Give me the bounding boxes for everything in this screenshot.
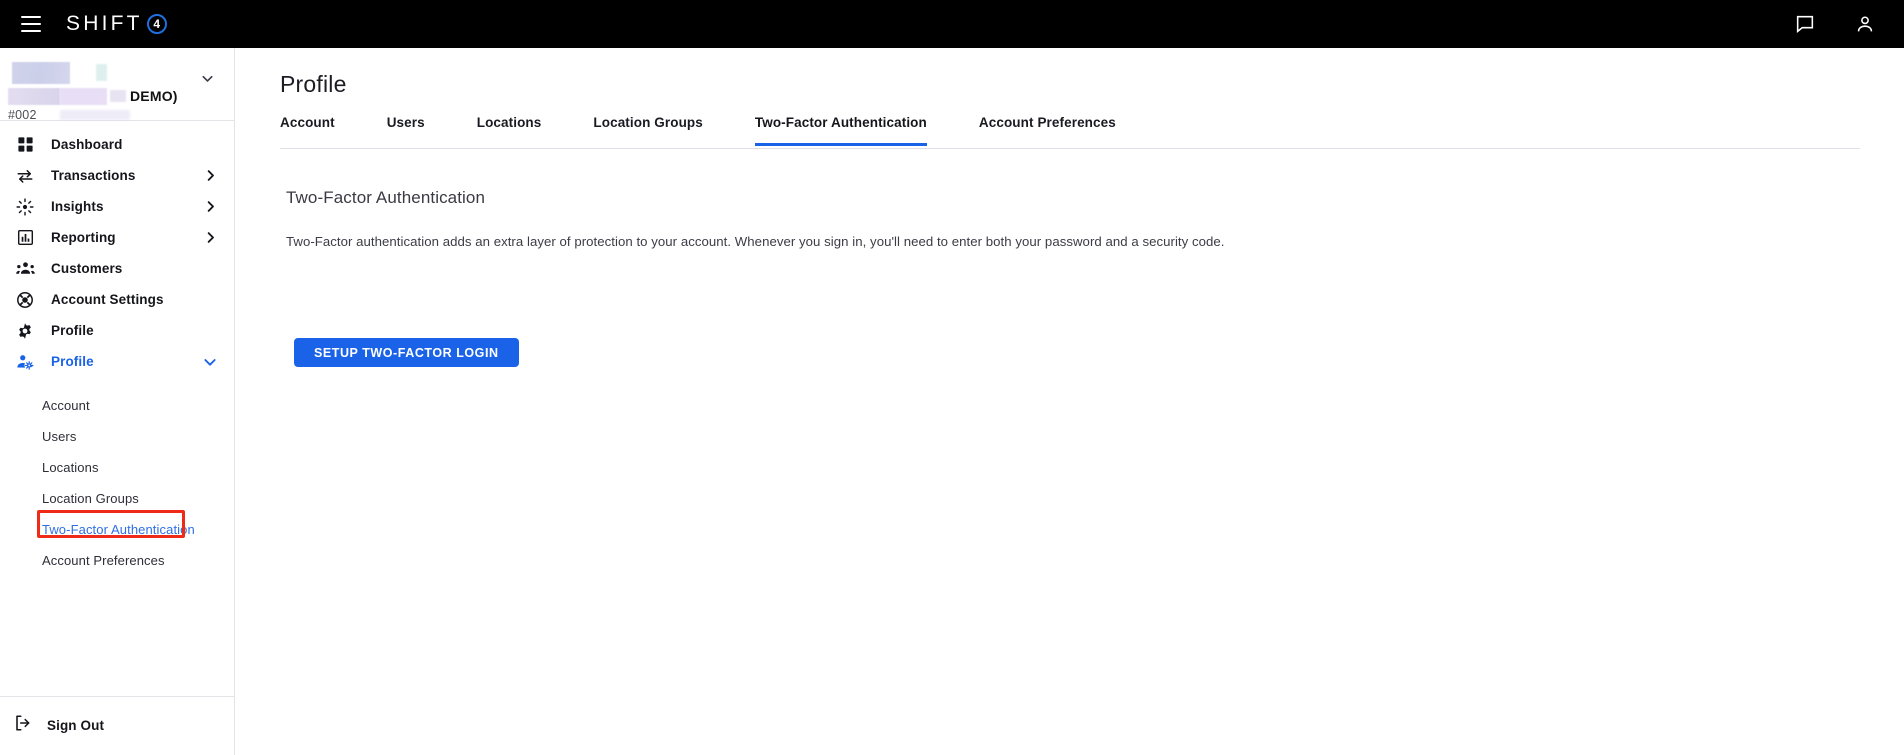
sidebar-subitem-two-factor-authentication[interactable]: Two-Factor Authentication [0, 510, 234, 545]
tab-account-preferences[interactable]: Account Preferences [979, 111, 1116, 146]
top-bar-actions [1794, 13, 1876, 35]
sidebar-subitem-locations[interactable]: Locations [0, 452, 234, 483]
top-bar: SHIFT 4 [0, 0, 1904, 48]
brand-name: SHIFT [66, 12, 143, 35]
sidebar-item-dashboard[interactable]: Dashboard [0, 129, 234, 160]
sidebar-item-label: Profile [51, 354, 94, 369]
tab-location-groups[interactable]: Location Groups [593, 111, 703, 146]
subitem-label: Account [42, 398, 90, 413]
tab-users[interactable]: Users [387, 111, 425, 146]
transfer-arrows-icon [14, 167, 36, 185]
main-navigation: Dashboard Transactions Insights Reportin… [0, 121, 234, 576]
section-description: Two-Factor authentication adds an extra … [286, 234, 1225, 249]
subitem-label: Locations [42, 460, 99, 475]
brand-logo[interactable]: SHIFT 4 [66, 12, 167, 36]
subitem-label: Two-Factor Authentication [42, 522, 195, 537]
subitem-label: Users [42, 429, 77, 444]
chevron-down-icon[interactable] [202, 354, 218, 370]
sidebar-item-label: Dashboard [51, 137, 123, 152]
tab-account[interactable]: Account [280, 111, 335, 146]
redacted-account-name [12, 62, 70, 84]
sidebar-item-support[interactable]: Account Settings [0, 284, 234, 315]
sign-out-label: Sign Out [47, 718, 105, 733]
sidebar-item-label: Account Settings [51, 292, 164, 307]
sidebar-item-label: Profile [51, 323, 94, 338]
logout-icon [14, 714, 32, 737]
grid-icon [14, 136, 36, 153]
tab-locations[interactable]: Locations [477, 111, 542, 146]
redacted-account-line-a [8, 88, 60, 105]
sign-out-button[interactable]: Sign Out [0, 710, 120, 741]
sidebar: DEMO) #002 Dashboard Transactions Insigh… [0, 48, 235, 755]
user-gear-icon [14, 353, 36, 371]
account-id: #002 [8, 108, 37, 122]
sidebar-item-profile[interactable]: Profile [0, 346, 234, 377]
chevron-down-icon[interactable] [199, 70, 216, 92]
sidebar-item-reporting[interactable]: Reporting [0, 222, 234, 253]
account-demo-label: DEMO) [130, 88, 178, 104]
section-title: Two-Factor Authentication [286, 188, 486, 207]
sidebar-item-insights[interactable]: Insights [0, 191, 234, 222]
person-icon[interactable] [1854, 13, 1876, 35]
sparkle-icon [14, 197, 36, 216]
redacted-account-badge [96, 64, 107, 81]
sidebar-item-customers[interactable]: Customers [0, 253, 234, 284]
sidebar-item-label: Insights [51, 199, 104, 214]
chevron-right-icon[interactable] [203, 168, 218, 183]
tab-two-factor-authentication[interactable]: Two-Factor Authentication [754, 111, 927, 146]
people-icon [14, 259, 36, 278]
lifebuoy-icon [14, 291, 36, 309]
account-switcher[interactable]: DEMO) #002 [0, 48, 234, 122]
bar-chart-icon [14, 229, 36, 246]
redacted-account-line-b [60, 88, 107, 105]
redacted-account-line-c [110, 90, 126, 102]
page-title: Profile [280, 71, 347, 97]
sidebar-item-account-settings[interactable]: Profile [0, 315, 234, 346]
chevron-right-icon[interactable] [203, 199, 218, 214]
profile-tabs: Account Users Locations Location Groups … [280, 111, 1860, 149]
sidebar-item-label: Reporting [51, 230, 116, 245]
chevron-right-icon[interactable] [203, 230, 218, 245]
hamburger-menu-icon[interactable] [18, 11, 44, 37]
redacted-account-line-d [60, 110, 130, 120]
setup-two-factor-login-button[interactable]: SETUP TWO-FACTOR LOGIN [294, 338, 519, 367]
main-content: Profile Account Users Locations Location… [236, 48, 1904, 755]
sidebar-divider [0, 696, 234, 697]
sidebar-item-transactions[interactable]: Transactions [0, 160, 234, 191]
subitem-label: Location Groups [42, 491, 139, 506]
chat-bubble-icon[interactable] [1794, 13, 1816, 35]
gear-icon [14, 322, 36, 340]
sidebar-subitem-location-groups[interactable]: Location Groups [0, 483, 234, 514]
sidebar-subitem-account-preferences[interactable]: Account Preferences [0, 545, 234, 576]
brand-badge-four: 4 [146, 14, 167, 34]
subitem-label: Account Preferences [42, 553, 165, 568]
sidebar-item-label: Customers [51, 261, 123, 276]
sidebar-subitem-account[interactable]: Account [0, 390, 234, 421]
sidebar-subitem-users[interactable]: Users [0, 421, 234, 452]
sidebar-item-label: Transactions [51, 168, 136, 183]
